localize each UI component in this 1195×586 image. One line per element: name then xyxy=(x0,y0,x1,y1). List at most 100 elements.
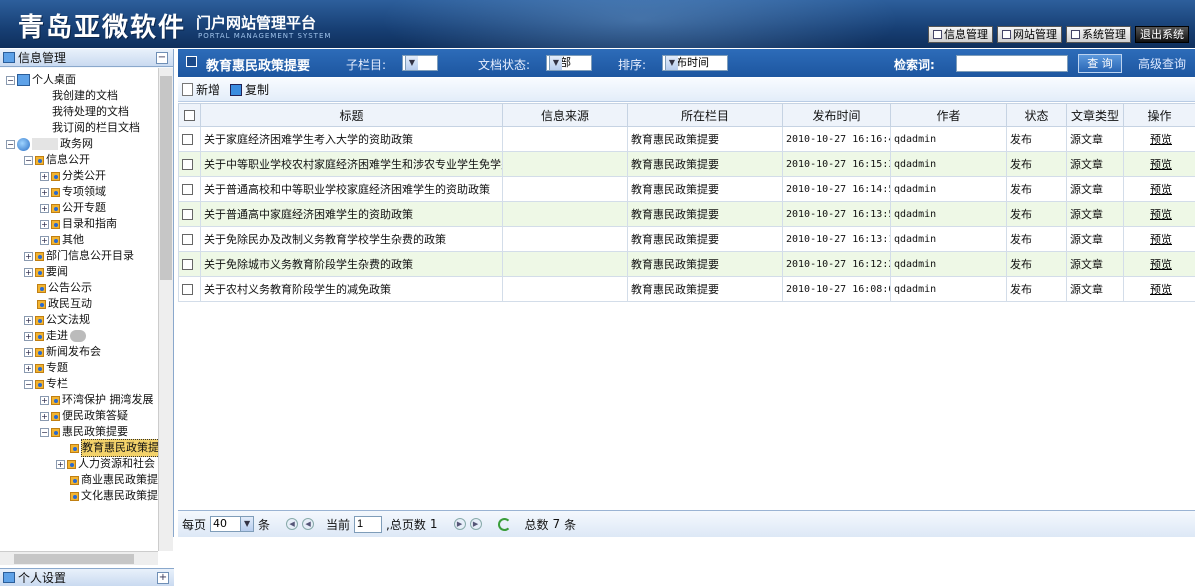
expand-icon[interactable]: + xyxy=(157,572,169,584)
row-select-cell[interactable] xyxy=(179,127,201,152)
nav-system-management-button[interactable]: 系统管理 xyxy=(1066,26,1131,43)
expand-icon[interactable]: + xyxy=(40,188,49,197)
column-header[interactable]: 所在栏目 xyxy=(628,104,783,127)
table-row[interactable]: 关于农村义务教育阶段学生的减免政策 教育惠民政策提要 2010-10-27 16… xyxy=(179,277,1195,302)
cell-title[interactable]: 关于免除城市义务教育阶段学生杂费的政策 xyxy=(201,252,503,277)
tree-node[interactable]: +专项领域 xyxy=(40,184,106,200)
row-select-cell[interactable] xyxy=(179,152,201,177)
tree-node[interactable]: −专栏 xyxy=(24,376,68,392)
scrollbar-thumb[interactable] xyxy=(14,554,134,564)
column-header[interactable]: 状态 xyxy=(1007,104,1067,127)
cell-title[interactable]: 关于家庭经济困难学生考入大学的资助政策 xyxy=(201,127,503,152)
tree-node[interactable]: +分类公开 xyxy=(40,168,106,184)
tree-node[interactable]: +专题 xyxy=(24,360,68,376)
cell-title[interactable]: 关于农村义务教育阶段学生的减免政策 xyxy=(201,277,503,302)
tree-node[interactable]: 我待处理的文档 xyxy=(52,104,129,120)
tree-node-selected[interactable]: 教育惠民政策提 xyxy=(70,440,158,456)
column-header[interactable]: 作者 xyxy=(891,104,1007,127)
expand-icon[interactable]: + xyxy=(24,364,33,373)
copy-button[interactable]: 复制 xyxy=(230,81,269,98)
table-row[interactable]: 关于免除民办及改制义务教育学校学生杂费的政策 教育惠民政策提要 2010-10-… xyxy=(179,227,1195,252)
tree-node[interactable]: −个人桌面 xyxy=(6,72,76,88)
refresh-icon[interactable] xyxy=(498,518,511,531)
preview-link[interactable]: 预览 xyxy=(1150,283,1172,296)
tree-node[interactable]: 文化惠民政策提 xyxy=(70,488,158,504)
tree-node[interactable]: +目录和指南 xyxy=(40,216,117,232)
tree-node[interactable]: 公告公示 xyxy=(37,280,92,296)
row-checkbox[interactable] xyxy=(182,234,193,245)
tree-node[interactable]: −惠民政策提要 xyxy=(40,424,128,440)
row-select-cell[interactable] xyxy=(179,277,201,302)
preview-link[interactable]: 预览 xyxy=(1150,158,1172,171)
tree-node[interactable]: −信息公开 xyxy=(24,152,90,168)
row-checkbox[interactable] xyxy=(182,284,193,295)
row-select-cell[interactable] xyxy=(179,177,201,202)
preview-link[interactable]: 预览 xyxy=(1150,183,1172,196)
tree-node[interactable]: 我创建的文档 xyxy=(52,88,118,104)
expand-icon[interactable]: + xyxy=(40,396,49,405)
column-header[interactable]: 文章类型 xyxy=(1067,104,1124,127)
expand-icon[interactable]: + xyxy=(40,204,49,213)
next-page-icon[interactable]: ▶ xyxy=(454,518,466,530)
column-header[interactable]: 标题 xyxy=(201,104,503,127)
expand-icon[interactable]: + xyxy=(24,252,33,261)
advanced-search-link[interactable]: 高级查询 xyxy=(1138,55,1186,72)
expand-icon[interactable]: + xyxy=(40,220,49,229)
tree-node[interactable]: +人力资源和社会 xyxy=(56,456,155,472)
prev-page-icon[interactable]: ◀ xyxy=(302,518,314,530)
expand-icon[interactable]: + xyxy=(40,236,49,245)
tree-node[interactable]: −政务网 xyxy=(6,136,93,152)
expand-icon[interactable]: + xyxy=(24,316,33,325)
cell-title[interactable]: 关于免除民办及改制义务教育学校学生杂费的政策 xyxy=(201,227,503,252)
tree-node[interactable]: +公文法规 xyxy=(24,312,90,328)
horizontal-scrollbar[interactable] xyxy=(0,551,158,565)
table-row[interactable]: 关于免除城市义务教育阶段学生杂费的政策 教育惠民政策提要 2010-10-27 … xyxy=(179,252,1195,277)
expand-icon[interactable]: + xyxy=(24,348,33,357)
collapse-icon[interactable]: − xyxy=(156,52,168,64)
tree-node[interactable]: +要闻 xyxy=(24,264,68,280)
current-page-input[interactable] xyxy=(354,516,382,533)
tree-node[interactable]: +环湾保护 拥湾发展 xyxy=(40,392,154,408)
expand-icon[interactable]: + xyxy=(24,332,33,341)
add-button[interactable]: 新增 xyxy=(182,81,220,98)
nav-site-management-button[interactable]: 网站管理 xyxy=(997,26,1062,43)
expand-icon[interactable]: + xyxy=(24,268,33,277)
cell-title[interactable]: 关于普通高校和中等职业学校家庭经济困难学生的资助政策 xyxy=(201,177,503,202)
tree-node[interactable]: 我订阅的栏目文档 xyxy=(52,120,140,136)
cell-title[interactable]: 关于普通高中家庭经济困难学生的资助政策 xyxy=(201,202,503,227)
subcolumn-select[interactable]: 是▼ xyxy=(402,55,438,71)
row-checkbox[interactable] xyxy=(182,159,193,170)
row-checkbox[interactable] xyxy=(182,184,193,195)
tree-node[interactable]: +走进 xyxy=(24,328,86,344)
expand-icon[interactable]: + xyxy=(40,172,49,181)
tree-node[interactable]: +部门信息公开目录 xyxy=(24,248,134,264)
table-row[interactable]: 关于家庭经济困难学生考入大学的资助政策 教育惠民政策提要 2010-10-27 … xyxy=(179,127,1195,152)
column-header[interactable]: 信息来源 xyxy=(503,104,628,127)
collapse-icon[interactable]: − xyxy=(6,76,15,85)
tree-node[interactable]: +新闻发布会 xyxy=(24,344,101,360)
last-page-icon[interactable]: ▶ xyxy=(470,518,482,530)
column-header[interactable]: 发布时间 xyxy=(783,104,891,127)
sidebar-footer[interactable]: 个人设置 + xyxy=(0,568,174,586)
search-input[interactable] xyxy=(956,55,1068,72)
tree-node[interactable]: 政民互动 xyxy=(37,296,92,312)
scrollbar-thumb[interactable] xyxy=(160,76,172,280)
tree-node[interactable]: +公开专题 xyxy=(40,200,106,216)
per-page-select[interactable]: 40▼ xyxy=(210,516,254,532)
vertical-scrollbar[interactable] xyxy=(158,68,173,551)
expand-icon[interactable]: + xyxy=(56,460,65,469)
row-checkbox[interactable] xyxy=(182,209,193,220)
collapse-icon[interactable]: − xyxy=(24,380,33,389)
row-select-cell[interactable] xyxy=(179,202,201,227)
expand-icon[interactable]: + xyxy=(40,412,49,421)
search-button[interactable]: 查 询 xyxy=(1078,54,1122,73)
logout-button[interactable]: 退出系统 xyxy=(1135,26,1189,43)
row-select-cell[interactable] xyxy=(179,252,201,277)
preview-link[interactable]: 预览 xyxy=(1150,208,1172,221)
row-checkbox[interactable] xyxy=(182,259,193,270)
preview-link[interactable]: 预览 xyxy=(1150,258,1172,271)
tree-node[interactable]: +便民政策答疑 xyxy=(40,408,128,424)
table-row[interactable]: 关于普通高校和中等职业学校家庭经济困难学生的资助政策 教育惠民政策提要 2010… xyxy=(179,177,1195,202)
status-select[interactable]: 全部▼ xyxy=(546,55,592,71)
select-all-checkbox[interactable] xyxy=(184,110,195,121)
